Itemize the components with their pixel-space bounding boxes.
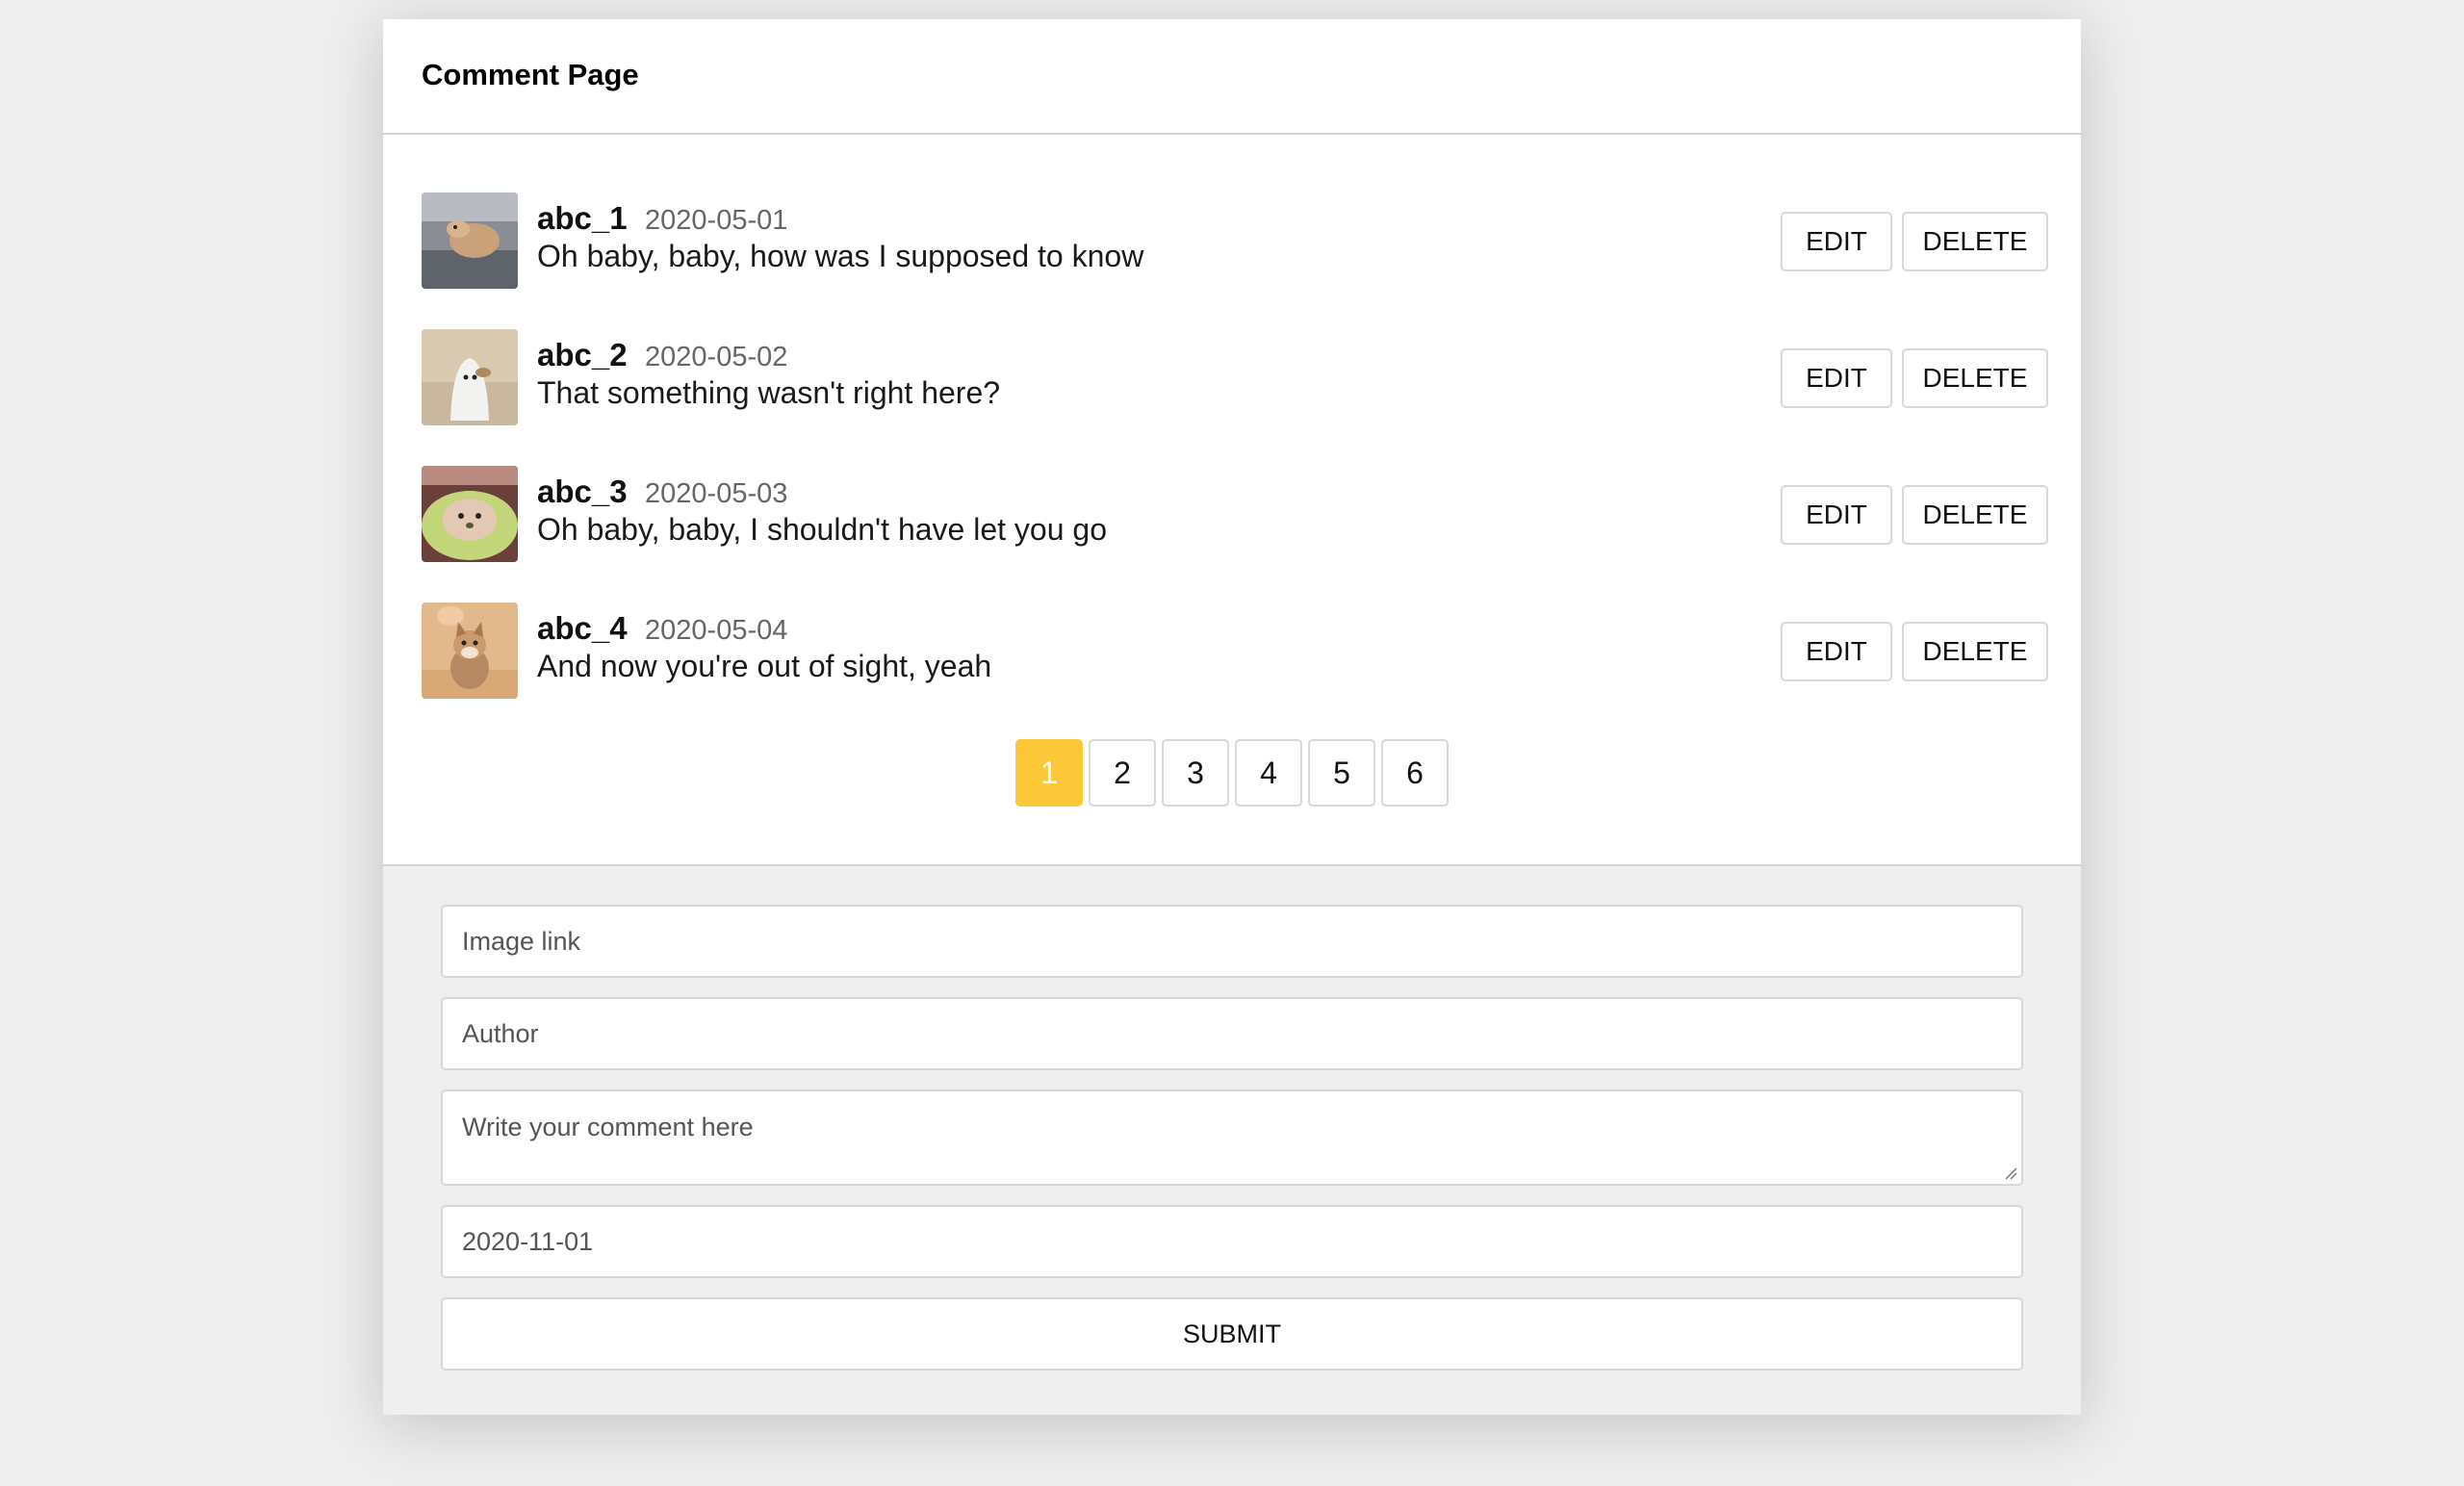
comment-text: Oh baby, baby, how was I supposed to kno… xyxy=(537,239,1144,273)
comment-date: 2020-05-01 xyxy=(645,205,788,236)
page-button-4[interactable]: 4 xyxy=(1235,739,1302,807)
delete-button[interactable]: DELETE xyxy=(1902,212,2048,271)
page-button-2[interactable]: 2 xyxy=(1089,739,1156,807)
comment-author: abc_3 xyxy=(537,474,628,509)
comment-date: 2020-05-02 xyxy=(645,342,788,372)
edit-button[interactable]: EDIT xyxy=(1781,485,1892,545)
comment-author: abc_4 xyxy=(537,610,628,646)
comment-card: Comment Page abc_1 2020-05-01 Oh baby, b… xyxy=(383,19,2081,1415)
comment-item: abc_4 2020-05-04 And now you're out of s… xyxy=(422,602,2048,739)
comment-date: 2020-05-04 xyxy=(645,615,788,646)
resize-handle-icon[interactable] xyxy=(2004,1166,2017,1180)
comment-form: Image link Author Write your comment her… xyxy=(383,864,2081,1415)
ghost-dog-photo-icon xyxy=(422,329,518,425)
edit-button[interactable]: EDIT xyxy=(1781,212,1892,271)
date-input[interactable]: 2020-11-01 xyxy=(441,1205,2023,1278)
avatar xyxy=(422,329,518,425)
dog-in-avocado-photo-icon xyxy=(422,466,518,562)
page-title: Comment Page xyxy=(422,58,639,91)
comment-item: abc_2 2020-05-02 That something wasn't r… xyxy=(422,329,2048,466)
card-header: Comment Page xyxy=(383,19,2081,135)
page-button-3[interactable]: 3 xyxy=(1162,739,1229,807)
page-button-1[interactable]: 1 xyxy=(1015,739,1083,807)
edit-button[interactable]: EDIT xyxy=(1781,348,1892,408)
dog-photo-icon xyxy=(422,192,518,289)
avatar xyxy=(422,602,518,699)
page-button-6[interactable]: 6 xyxy=(1381,739,1449,807)
pagination: 1 2 3 4 5 6 xyxy=(383,739,2081,807)
comment-text: Oh baby, baby, I shouldn't have let you … xyxy=(537,512,1107,547)
comment-date: 2020-05-03 xyxy=(645,478,788,509)
delete-button[interactable]: DELETE xyxy=(1902,485,2048,545)
comment-author: abc_2 xyxy=(537,337,628,372)
comment-text: That something wasn't right here? xyxy=(537,375,1001,410)
comment-item: abc_3 2020-05-03 Oh baby, baby, I should… xyxy=(422,466,2048,602)
avatar xyxy=(422,192,518,289)
comment-text: And now you're out of sight, yeah xyxy=(537,649,992,683)
image-link-input[interactable]: Image link xyxy=(441,905,2023,978)
corgi-puppy-photo-icon xyxy=(422,602,518,699)
comment-author: abc_1 xyxy=(537,200,628,236)
edit-button[interactable]: EDIT xyxy=(1781,622,1892,681)
delete-button[interactable]: DELETE xyxy=(1902,622,2048,681)
comment-item: abc_1 2020-05-01 Oh baby, baby, how was … xyxy=(422,192,2048,329)
comment-placeholder: Write your comment here xyxy=(462,1113,754,1141)
author-input[interactable]: Author xyxy=(441,997,2023,1070)
delete-button[interactable]: DELETE xyxy=(1902,348,2048,408)
page-button-5[interactable]: 5 xyxy=(1308,739,1375,807)
comment-textarea[interactable]: Write your comment here xyxy=(441,1089,2023,1186)
comment-list: abc_1 2020-05-01 Oh baby, baby, how was … xyxy=(422,192,2048,739)
avatar xyxy=(422,466,518,562)
submit-button[interactable]: SUBMIT xyxy=(441,1297,2023,1371)
